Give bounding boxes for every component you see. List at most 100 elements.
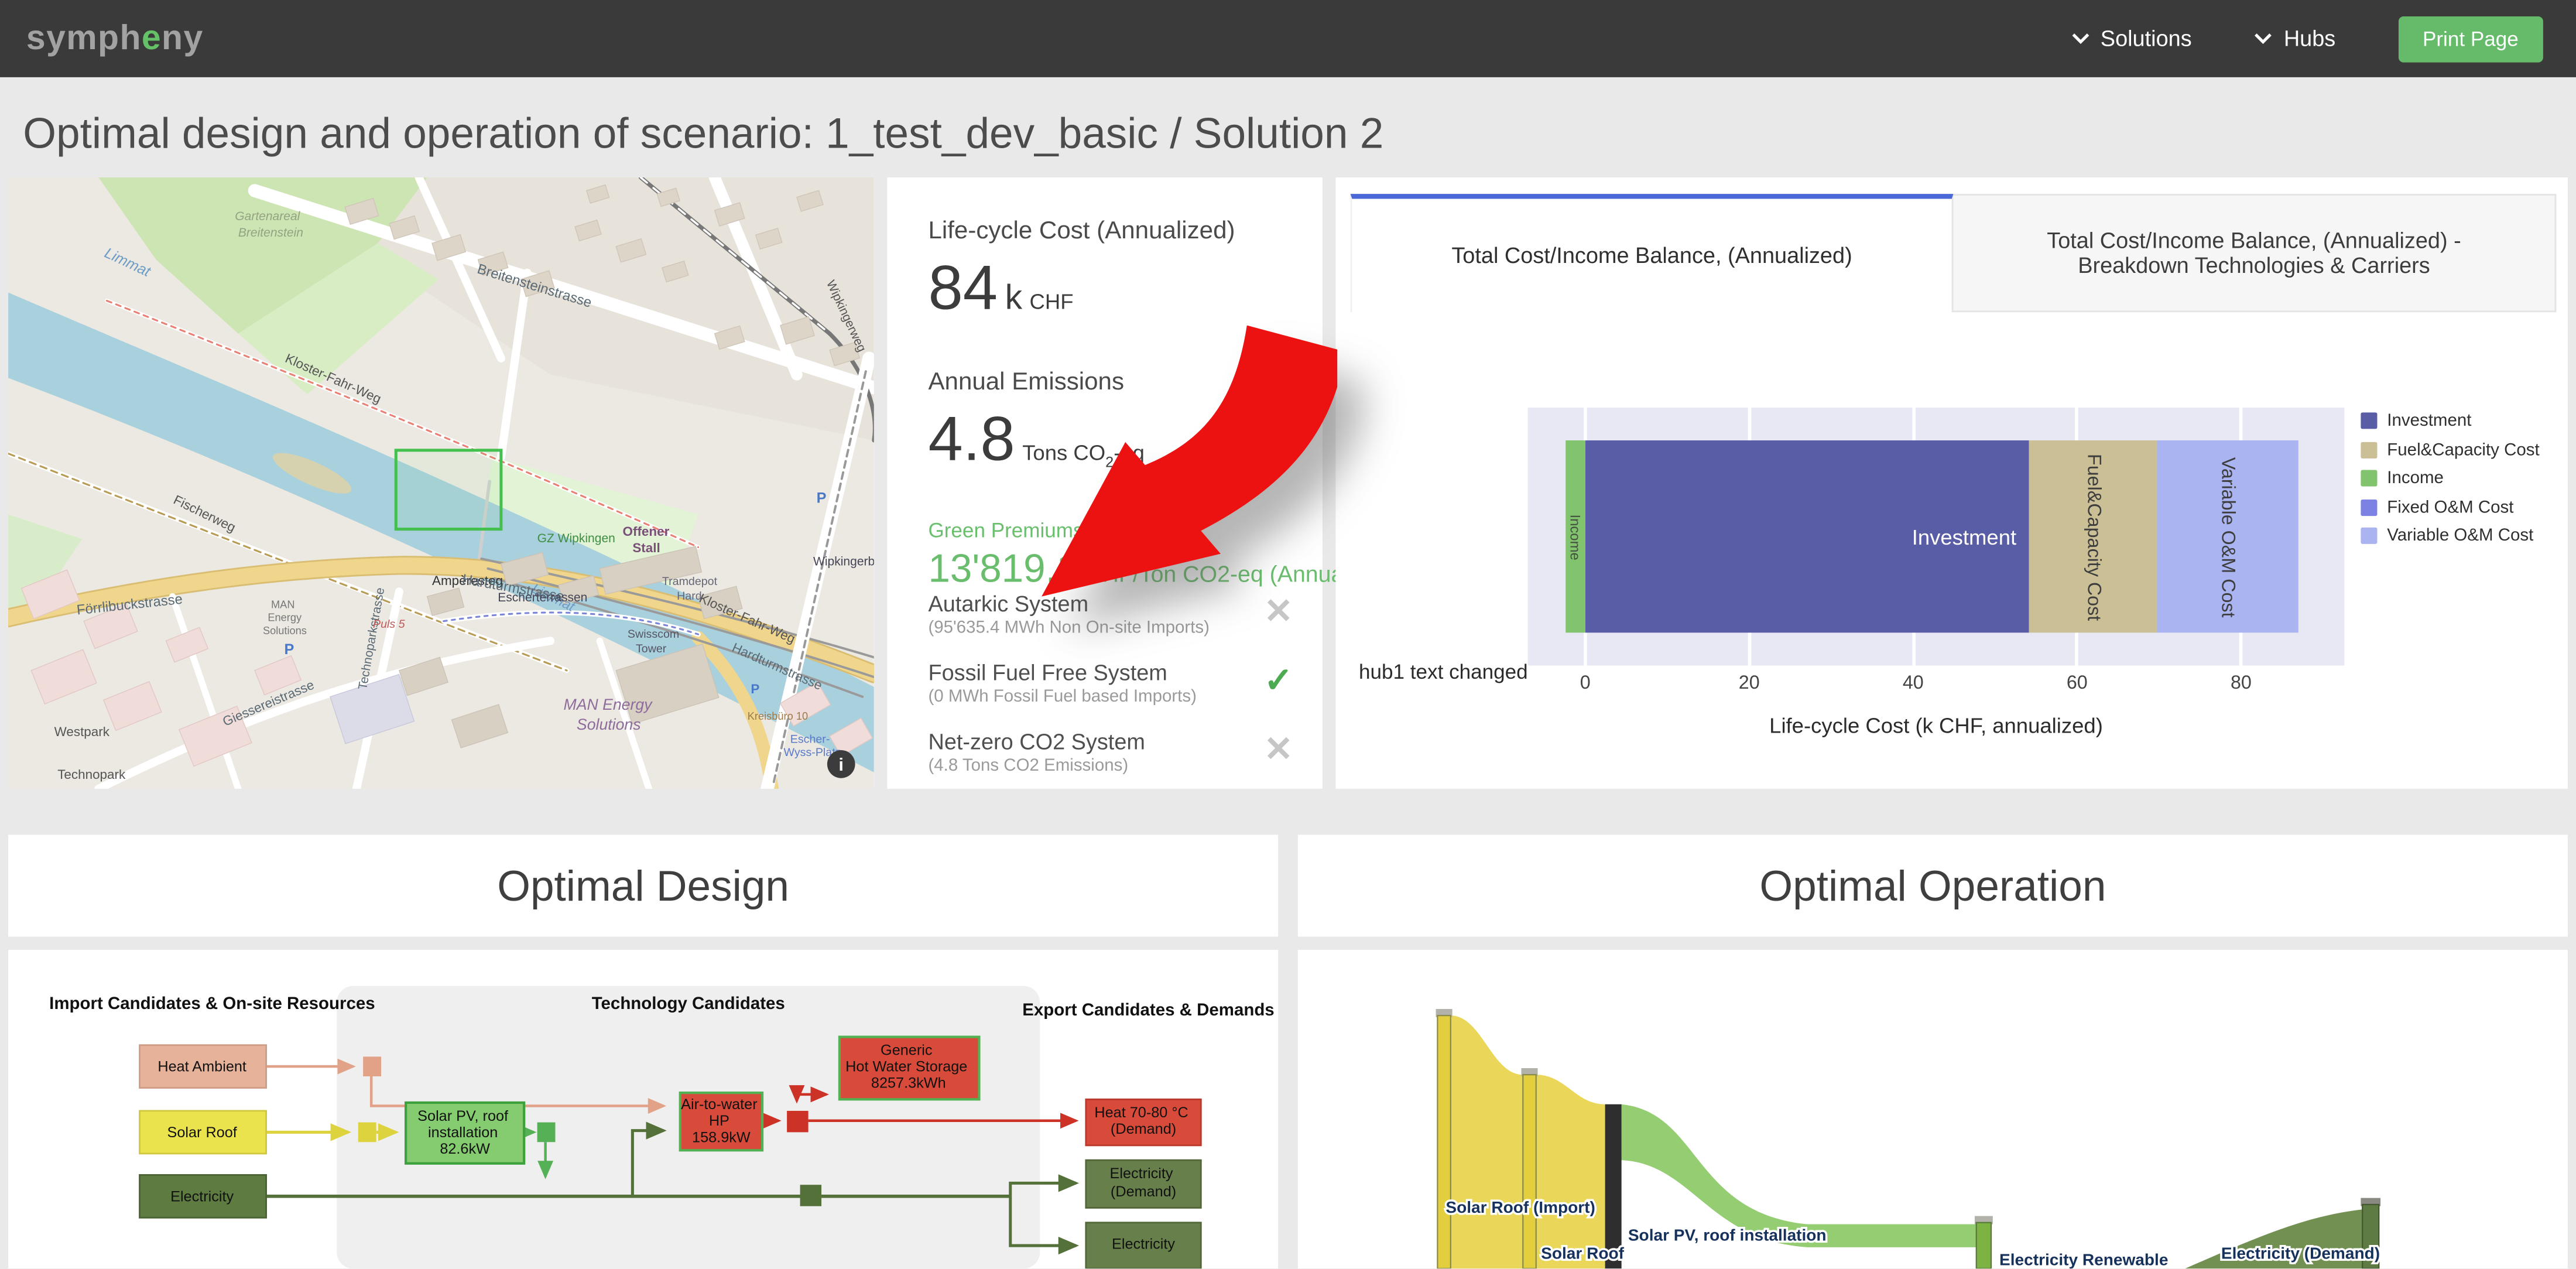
svg-text:Tower: Tower — [636, 642, 667, 655]
print-page-button[interactable]: Print Page — [2398, 16, 2543, 62]
chart-plot-area: Income Investment Fuel&Capacity Cost Variab… — [1528, 408, 2345, 666]
optimal-design-title: Optimal Design — [497, 860, 789, 911]
bar-segment-label: Income — [1567, 514, 1584, 559]
tech-group-label: Technology Candidates — [592, 994, 785, 1013]
chevron-down-icon — [2254, 33, 2272, 45]
svg-text:Gartenareal: Gartenareal — [235, 210, 300, 223]
chart-x-ticks: 020406080 — [1528, 674, 2345, 700]
stacked-bar-chart: hub1 text changed Income Investment Fuel&C… — [1335, 312, 2568, 789]
system-check-fossil-free: Fossil Fuel Free System (0 MWh Fossil Fu… — [928, 661, 1293, 707]
svg-text:Kreisbüro 10: Kreisbüro 10 — [748, 710, 808, 722]
design-diagram-canvas: Import Candidates & On-site Resources Te… — [8, 950, 1278, 1268]
hubs-menu[interactable]: Hubs — [2254, 26, 2335, 51]
svg-text:Electricity Renewable: Electricity Renewable — [1999, 1251, 2168, 1269]
svg-text:Hard: Hard — [677, 590, 702, 603]
svg-text:Wipkingerbr.: Wipkingerbr. — [813, 555, 874, 568]
sankey-canvas: Solar Roof (Import) Solar Roof Solar PV,… — [1298, 950, 2568, 1268]
legend-item-income[interactable]: Income — [2361, 468, 2539, 488]
svg-text:Escher-: Escher- — [790, 733, 830, 745]
tab-total-cost-balance[interactable]: Total Cost/Income Balance, (Annualized) — [1351, 194, 1954, 312]
x-tick-label: 20 — [1739, 674, 1760, 694]
svg-text:Swisscom: Swisscom — [628, 628, 679, 641]
optimal-operation-sankey[interactable]: Solar Roof (Import) Solar Roof Solar PV,… — [1298, 950, 2568, 1268]
bar-segment-label: Investment — [1912, 524, 2016, 549]
legend-label: Fixed O&M Cost — [2387, 497, 2513, 517]
svg-text:MAN Energy: MAN Energy — [563, 696, 653, 713]
green-premiums-value: 13'819.1 CHF/Ton CO2-eq (Annualized) — [928, 547, 1289, 593]
bar-segment-label: Variable O&M Cost — [2217, 456, 2237, 617]
svg-text:Solar Roof (Import): Solar Roof (Import) — [1445, 1198, 1595, 1216]
legend-label: Income — [2387, 468, 2444, 488]
legend-label: Fuel&Capacity Cost — [2387, 440, 2539, 460]
svg-text:Technopark: Technopark — [57, 767, 126, 782]
import-group-label: Import Candidates & On-site Resources — [49, 994, 375, 1013]
legend-label: Investment — [2387, 411, 2471, 431]
bar-segment-fuel-capacity-cost[interactable]: Fuel&Capacity Cost — [2030, 440, 2157, 632]
sankey-flow-solar-roof — [1536, 1075, 1605, 1268]
stacked-bar: Income Investment Fuel&Capacity Cost Variab… — [1528, 440, 2345, 632]
chart-category-label: hub1 text changed — [1359, 661, 1528, 683]
map-info-icon[interactable]: i — [827, 750, 855, 778]
solutions-menu-label: Solutions — [2101, 26, 2192, 51]
annual-emissions-value: 4.8 Tons CO2-eq — [928, 406, 1289, 477]
cost-balance-panel: Total Cost/Income Balance, (Annualized) … — [1335, 177, 2568, 789]
legend-swatch — [2361, 499, 2377, 515]
svg-text:Stall: Stall — [632, 541, 660, 555]
optimal-operation-header: Optimal Operation — [1298, 835, 2568, 937]
page-title: Optimal design and operation of scenario… — [23, 108, 1383, 159]
logo-text-tail: ny — [162, 19, 204, 57]
svg-text:Solar Roof: Solar Roof — [1541, 1244, 1624, 1262]
hubs-menu-label: Hubs — [2284, 26, 2335, 51]
node-electricity-import-label: Electricity — [170, 1188, 234, 1205]
node-electricity-export-label: Electricity — [1112, 1236, 1175, 1253]
bar-segment-investment[interactable]: Investment — [1585, 440, 2030, 632]
cross-icon: ✕ — [1264, 733, 1293, 768]
legend-swatch — [2361, 470, 2377, 487]
solutions-menu[interactable]: Solutions — [2071, 26, 2191, 51]
chart-legend: Investment Fuel&Capacity Cost Income Fixed … — [2361, 411, 2539, 555]
location-map[interactable]: Gartenareal Breitenstein Breitensteinstr… — [8, 177, 874, 789]
svg-text:GZ Wipkingen: GZ Wipkingen — [537, 532, 615, 545]
logo-text: symph — [26, 19, 142, 57]
legend-swatch — [2361, 412, 2377, 429]
legend-item-fuel-capacity-cost[interactable]: Fuel&Capacity Cost — [2361, 440, 2539, 460]
svg-text:P: P — [284, 641, 294, 658]
chevron-down-icon — [2071, 33, 2089, 45]
app-viewport: sympheny Solutions Hubs Print Page Optim… — [0, 0, 2576, 1268]
svg-text:i: i — [838, 754, 844, 775]
bar-segment-variable-o-m-cost[interactable]: Variable O&M Cost — [2157, 440, 2298, 632]
x-tick-label: 80 — [2231, 674, 2252, 694]
bar-segment-income[interactable]: Income — [1566, 440, 1585, 632]
cross-icon: ✕ — [1264, 595, 1293, 630]
svg-text:Solutions: Solutions — [263, 624, 307, 637]
lifecycle-cost-value: 84 k CHF — [928, 255, 1289, 326]
system-check-netzero: Net-zero CO2 System (4.8 Tons CO2 Emissi… — [928, 730, 1293, 776]
map-canvas: Gartenareal Breitenstein Breitensteinstr… — [8, 177, 874, 789]
lifecycle-cost-label: Life-cycle Cost (Annualized) — [928, 217, 1289, 245]
legend-item-variable-o-m-cost[interactable]: Variable O&M Cost — [2361, 526, 2539, 546]
svg-text:Solutions: Solutions — [577, 716, 641, 733]
legend-swatch — [2361, 528, 2377, 544]
optimal-design-diagram[interactable]: Import Candidates & On-site Resources Te… — [8, 950, 1278, 1268]
map-site-boundary — [396, 450, 501, 529]
svg-text:MAN: MAN — [271, 598, 295, 610]
tab-cost-breakdown[interactable]: Total Cost/Income Balance, (Annualized) … — [1953, 194, 2556, 312]
svg-text:Energy: Energy — [268, 611, 302, 624]
green-premiums-label: Green Premiums (GP) — [928, 519, 1289, 542]
x-tick-label: 60 — [2067, 674, 2088, 694]
optimal-design-header: Optimal Design — [8, 835, 1278, 937]
node-heat-ambient-label: Heat Ambient — [157, 1059, 246, 1075]
svg-text:Escherterrassen: Escherterrassen — [498, 591, 587, 604]
system-check-autarkic: Autarkic System (95'635.4 MWh Non On-sit… — [928, 591, 1293, 638]
legend-item-fixed-o-m-cost[interactable]: Fixed O&M Cost — [2361, 497, 2539, 517]
legend-item-investment[interactable]: Investment — [2361, 411, 2539, 431]
optimal-operation-title: Optimal Operation — [1759, 860, 2106, 911]
svg-text:Tramdepot: Tramdepot — [662, 575, 718, 588]
annual-emissions-label: Annual Emissions — [928, 368, 1289, 396]
legend-swatch — [2361, 441, 2377, 457]
svg-text:Breitenstein: Breitenstein — [238, 226, 303, 240]
check-icon: ✓ — [1264, 664, 1293, 699]
sympheny-logo[interactable]: sympheny — [26, 19, 204, 58]
x-tick-label: 40 — [1903, 674, 1924, 694]
node-solar-roof-label: Solar Roof — [167, 1124, 238, 1141]
